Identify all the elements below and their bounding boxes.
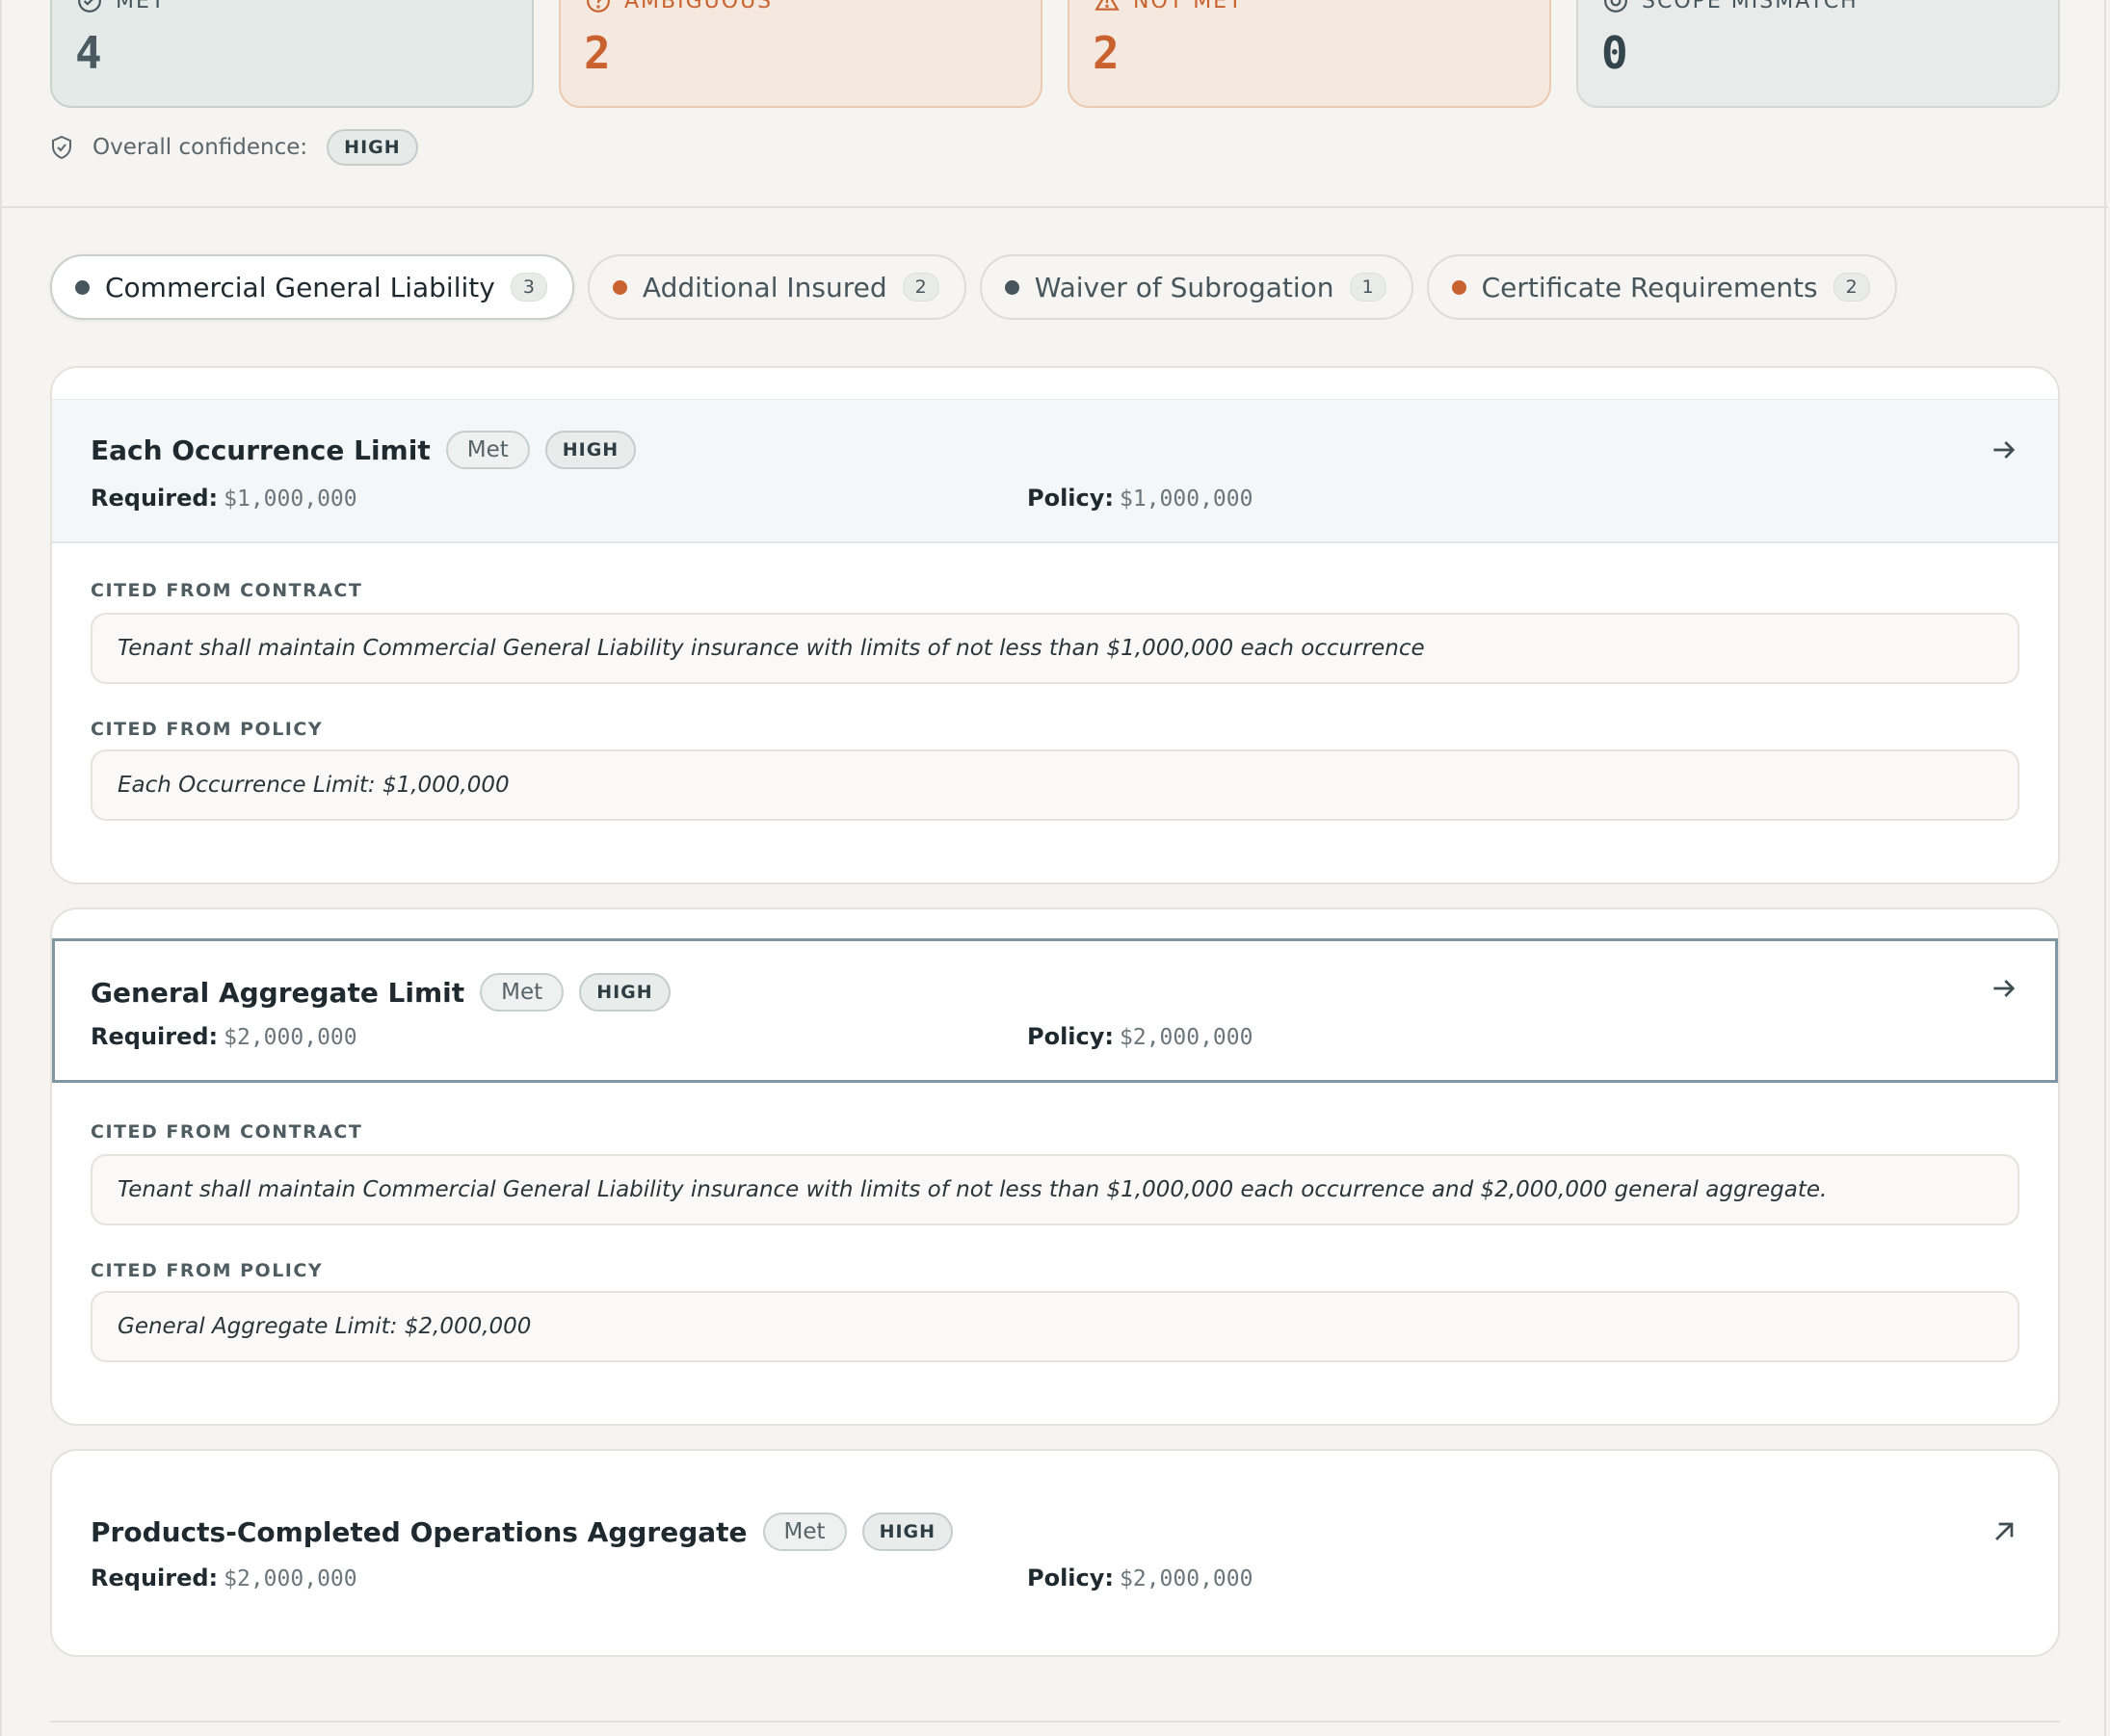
overall-confidence: Overall confidence: HIGH (50, 129, 418, 166)
stat-card-not-met[interactable]: NOT MET 2 (1068, 0, 1551, 108)
stat-card-met[interactable]: MET 4 (50, 0, 534, 108)
status-badge: Met (762, 1512, 847, 1551)
policy-value: Policy: $1,000,000 (1027, 485, 1253, 512)
stat-label-not-met: NOT MET (1095, 0, 1244, 13)
tab-additional-insured[interactable]: Additional Insured 2 (587, 254, 966, 320)
contract-citation: Tenant shall maintain Commercial General… (91, 613, 2019, 684)
required-label: Required: (91, 1023, 219, 1050)
status-badge: Met (480, 973, 565, 1012)
arrow-right-icon[interactable] (1989, 434, 2019, 465)
status-dot (1004, 279, 1019, 295)
tab-label: Commercial General Liability (105, 271, 495, 303)
stat-card-ambiguous[interactable]: AMBIGUOUS 2 (559, 0, 1042, 108)
check-circle-icon (78, 0, 101, 13)
requirement-title: Products-Completed Operations Aggregate (91, 1515, 748, 1548)
status-badge: Met (445, 431, 530, 469)
tab-count-badge: 1 (1349, 273, 1386, 302)
stat-value-not-met: 2 (1093, 27, 1120, 79)
required-amount: $2,000,000 (224, 1566, 357, 1591)
policy-amount: $2,000,000 (1120, 1566, 1253, 1591)
confidence-badge: HIGH (544, 431, 637, 469)
tab-count-badge: 2 (902, 273, 939, 302)
help-circle-icon (587, 0, 610, 13)
category-tabs: Commercial General Liability 3 Additiona… (50, 254, 1897, 320)
stat-label-text: NOT MET (1133, 0, 1244, 13)
status-dot (75, 279, 90, 295)
status-dot (612, 279, 627, 295)
tab-commercial-general-liability[interactable]: Commercial General Liability 3 (50, 254, 574, 320)
requirement-values: Required: $2,000,000 Policy: $2,000,000 (91, 1023, 2008, 1050)
stat-card-scope-mismatch[interactable]: SCOPE MISMATCH 0 (1576, 0, 2060, 108)
section-divider (2, 206, 2108, 208)
tab-waiver-of-subrogation[interactable]: Waiver of Subrogation 1 (979, 254, 1413, 320)
policy-value: Policy: $2,000,000 (1027, 1023, 1253, 1050)
policy-citation: General Aggregate Limit: $2,000,000 (91, 1291, 2019, 1362)
requirement-title: Each Occurrence Limit (91, 434, 431, 466)
status-dot (1451, 279, 1466, 295)
requirement-card-general-aggregate: General Aggregate Limit Met HIGH Require… (50, 907, 2060, 1426)
policy-label: Policy: (1027, 1565, 1114, 1591)
summary-cards: MET 4 AMBIGUOUS 2 NOT MET 2 SCOPE MISMAT… (50, 0, 2060, 108)
tab-label: Additional Insured (642, 271, 887, 303)
tab-count-badge: 2 (1833, 273, 1870, 302)
confidence-badge: HIGH (861, 1512, 954, 1551)
requirement-header[interactable]: Each Occurrence Limit Met HIGH Required:… (52, 399, 2058, 543)
stat-value-scope-mismatch: 0 (1601, 27, 1628, 79)
confidence-badge: HIGH (327, 129, 418, 166)
policy-label: Policy: (1027, 485, 1114, 512)
requirement-title-row: General Aggregate Limit Met HIGH (91, 973, 671, 1012)
stat-label-ambiguous: AMBIGUOUS (586, 0, 773, 13)
requirement-values: Required: $1,000,000 Policy: $1,000,000 (91, 485, 2008, 512)
requirement-values: Required: $2,000,000 Policy: $2,000,000 (91, 1565, 2008, 1591)
cited-policy-label: CITED FROM POLICY (91, 719, 324, 740)
confidence-badge: HIGH (579, 973, 671, 1012)
tab-label: Certificate Requirements (1481, 271, 1818, 303)
required-amount: $1,000,000 (224, 487, 357, 512)
policy-amount: $2,000,000 (1120, 1025, 1253, 1050)
target-icon (1604, 0, 1627, 13)
arrow-right-icon[interactable] (1989, 973, 2019, 1004)
stat-label-text: MET (116, 0, 167, 13)
stat-label-text: SCOPE MISMATCH (1642, 0, 1859, 13)
policy-value: Policy: $2,000,000 (1027, 1565, 1253, 1591)
stat-label-scope-mismatch: SCOPE MISMATCH (1603, 0, 1859, 13)
cited-contract-label: CITED FROM CONTRACT (91, 1121, 363, 1143)
policy-citation: Each Occurrence Limit: $1,000,000 (91, 750, 2019, 821)
stat-value-met: 4 (75, 27, 102, 79)
cited-contract-label: CITED FROM CONTRACT (91, 580, 363, 601)
required-amount: $2,000,000 (224, 1025, 357, 1050)
alert-triangle-icon (1095, 0, 1120, 11)
required-label: Required: (91, 1565, 219, 1591)
tab-count-badge: 3 (510, 273, 547, 302)
policy-label: Policy: (1027, 1023, 1114, 1050)
required-value: Required: $2,000,000 (91, 1565, 357, 1591)
required-value: Required: $1,000,000 (91, 485, 357, 512)
requirement-title-row: Each Occurrence Limit Met HIGH (91, 431, 637, 469)
stat-label-met: MET (77, 0, 166, 13)
compliance-report-page: MET 4 AMBIGUOUS 2 NOT MET 2 SCOPE MISMAT… (0, 0, 2108, 1736)
shield-check-icon (52, 135, 71, 160)
cited-policy-label: CITED FROM POLICY (91, 1260, 324, 1281)
required-label: Required: (91, 485, 219, 512)
required-value: Required: $2,000,000 (91, 1023, 357, 1050)
policy-amount: $1,000,000 (1120, 487, 1253, 512)
requirement-title-row: Products-Completed Operations Aggregate … (91, 1512, 954, 1551)
stat-value-ambiguous: 2 (584, 27, 611, 79)
bottom-divider (50, 1721, 2060, 1723)
requirement-header[interactable]: General Aggregate Limit Met HIGH Require… (52, 938, 2058, 1083)
requirement-title: General Aggregate Limit (91, 976, 465, 1009)
stat-label-text: AMBIGUOUS (624, 0, 774, 13)
tab-certificate-requirements[interactable]: Certificate Requirements 2 (1426, 254, 1897, 320)
arrow-up-right-icon[interactable] (1989, 1516, 2019, 1547)
tab-label: Waiver of Subrogation (1034, 271, 1334, 303)
requirement-card-products-completed[interactable]: Products-Completed Operations Aggregate … (50, 1449, 2060, 1657)
confidence-label: Overall confidence: (92, 135, 308, 160)
contract-citation: Tenant shall maintain Commercial General… (91, 1154, 2019, 1225)
requirement-card-each-occurrence: Each Occurrence Limit Met HIGH Required:… (50, 366, 2060, 884)
